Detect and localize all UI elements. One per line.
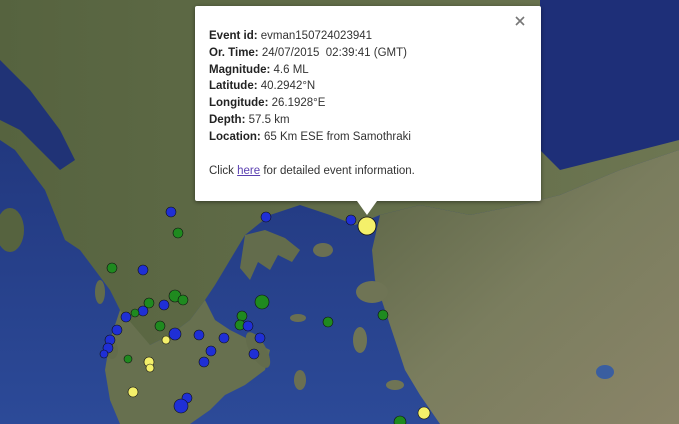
origin-time-label: Or. Time: [209,46,259,59]
event-marker[interactable] [242,320,254,332]
black-sea [540,0,679,170]
event-marker[interactable] [172,227,184,239]
details-line: Click here for detailed event informatio… [209,163,527,180]
location-label: Location: [209,130,261,143]
event-marker[interactable] [260,211,272,223]
event-marker[interactable] [99,349,109,359]
event-marker[interactable] [236,310,248,322]
event-marker[interactable] [168,327,182,341]
event-marker[interactable] [165,206,177,218]
event-marker[interactable] [137,305,149,317]
island-samos [386,380,404,390]
event-id-row: Event id: evman150724023941 [209,28,527,45]
event-marker[interactable] [254,294,270,310]
longitude-value: 26.1928°E [271,97,326,110]
details-prefix: Click [209,164,234,177]
event-marker[interactable] [417,406,431,420]
location-value: 65 Km ESE from Samothraki [263,130,411,143]
event-marker[interactable] [161,335,171,345]
event-marker[interactable] [130,308,140,318]
event-marker[interactable] [322,316,334,328]
event-marker[interactable] [248,348,260,360]
event-marker[interactable] [173,398,189,414]
depth-label: Depth: [209,113,246,126]
depth-value: 57.5 km [248,113,290,126]
island-lesbos [356,281,388,303]
event-marker[interactable] [154,320,166,332]
island-chios [353,327,367,353]
event-marker[interactable] [177,294,189,306]
event-marker[interactable] [198,356,210,368]
latitude-row: Latitude: 40.2942°N [209,78,527,95]
event-marker[interactable] [145,363,155,373]
popup-pointer [357,201,377,215]
event-marker[interactable] [158,299,170,311]
island-lemnos [313,243,333,257]
lake [596,365,614,379]
event-marker[interactable] [205,345,217,357]
longitude-row: Longitude: 26.1928°E [209,95,527,112]
details-suffix: for detailed event information. [263,164,415,177]
event-marker[interactable] [106,262,118,274]
event-id-label: Event id: [209,30,258,42]
close-icon[interactable] [513,14,527,28]
event-marker[interactable] [218,332,230,344]
event-marker[interactable] [193,329,205,341]
island-andros [294,370,306,390]
event-marker[interactable] [120,311,132,323]
magnitude-row: Magnitude: 4.6 ML [209,62,527,79]
depth-row: Depth: 57.5 km [209,112,527,129]
event-marker[interactable] [111,324,123,336]
latitude-label: Latitude: [209,80,258,93]
event-marker[interactable] [377,309,389,321]
latitude-value: 40.2942°N [260,80,316,93]
event-marker[interactable] [137,264,149,276]
magnitude-value: 4.6 ML [273,63,309,76]
origin-time-value: 24/07/2015 02:39:41 (GMT) [261,46,407,59]
island-skyros [290,314,306,322]
event-marker[interactable] [345,214,357,226]
location-row: Location: 65 Km ESE from Samothraki [209,129,527,146]
magnitude-label: Magnitude: [209,63,271,76]
island-corfu [95,280,105,304]
event-id-value: evman150724023941 [260,30,373,42]
event-info-popup: Event id: evman150724023941 Or. Time: 24… [195,6,541,215]
event-marker[interactable] [127,386,139,398]
details-link[interactable]: here [237,165,260,177]
longitude-label: Longitude: [209,97,269,110]
event-marker[interactable] [123,354,133,364]
selected-event-marker[interactable] [357,216,377,236]
event-marker[interactable] [254,332,266,344]
origin-time-row: Or. Time: 24/07/2015 02:39:41 (GMT) [209,45,527,62]
